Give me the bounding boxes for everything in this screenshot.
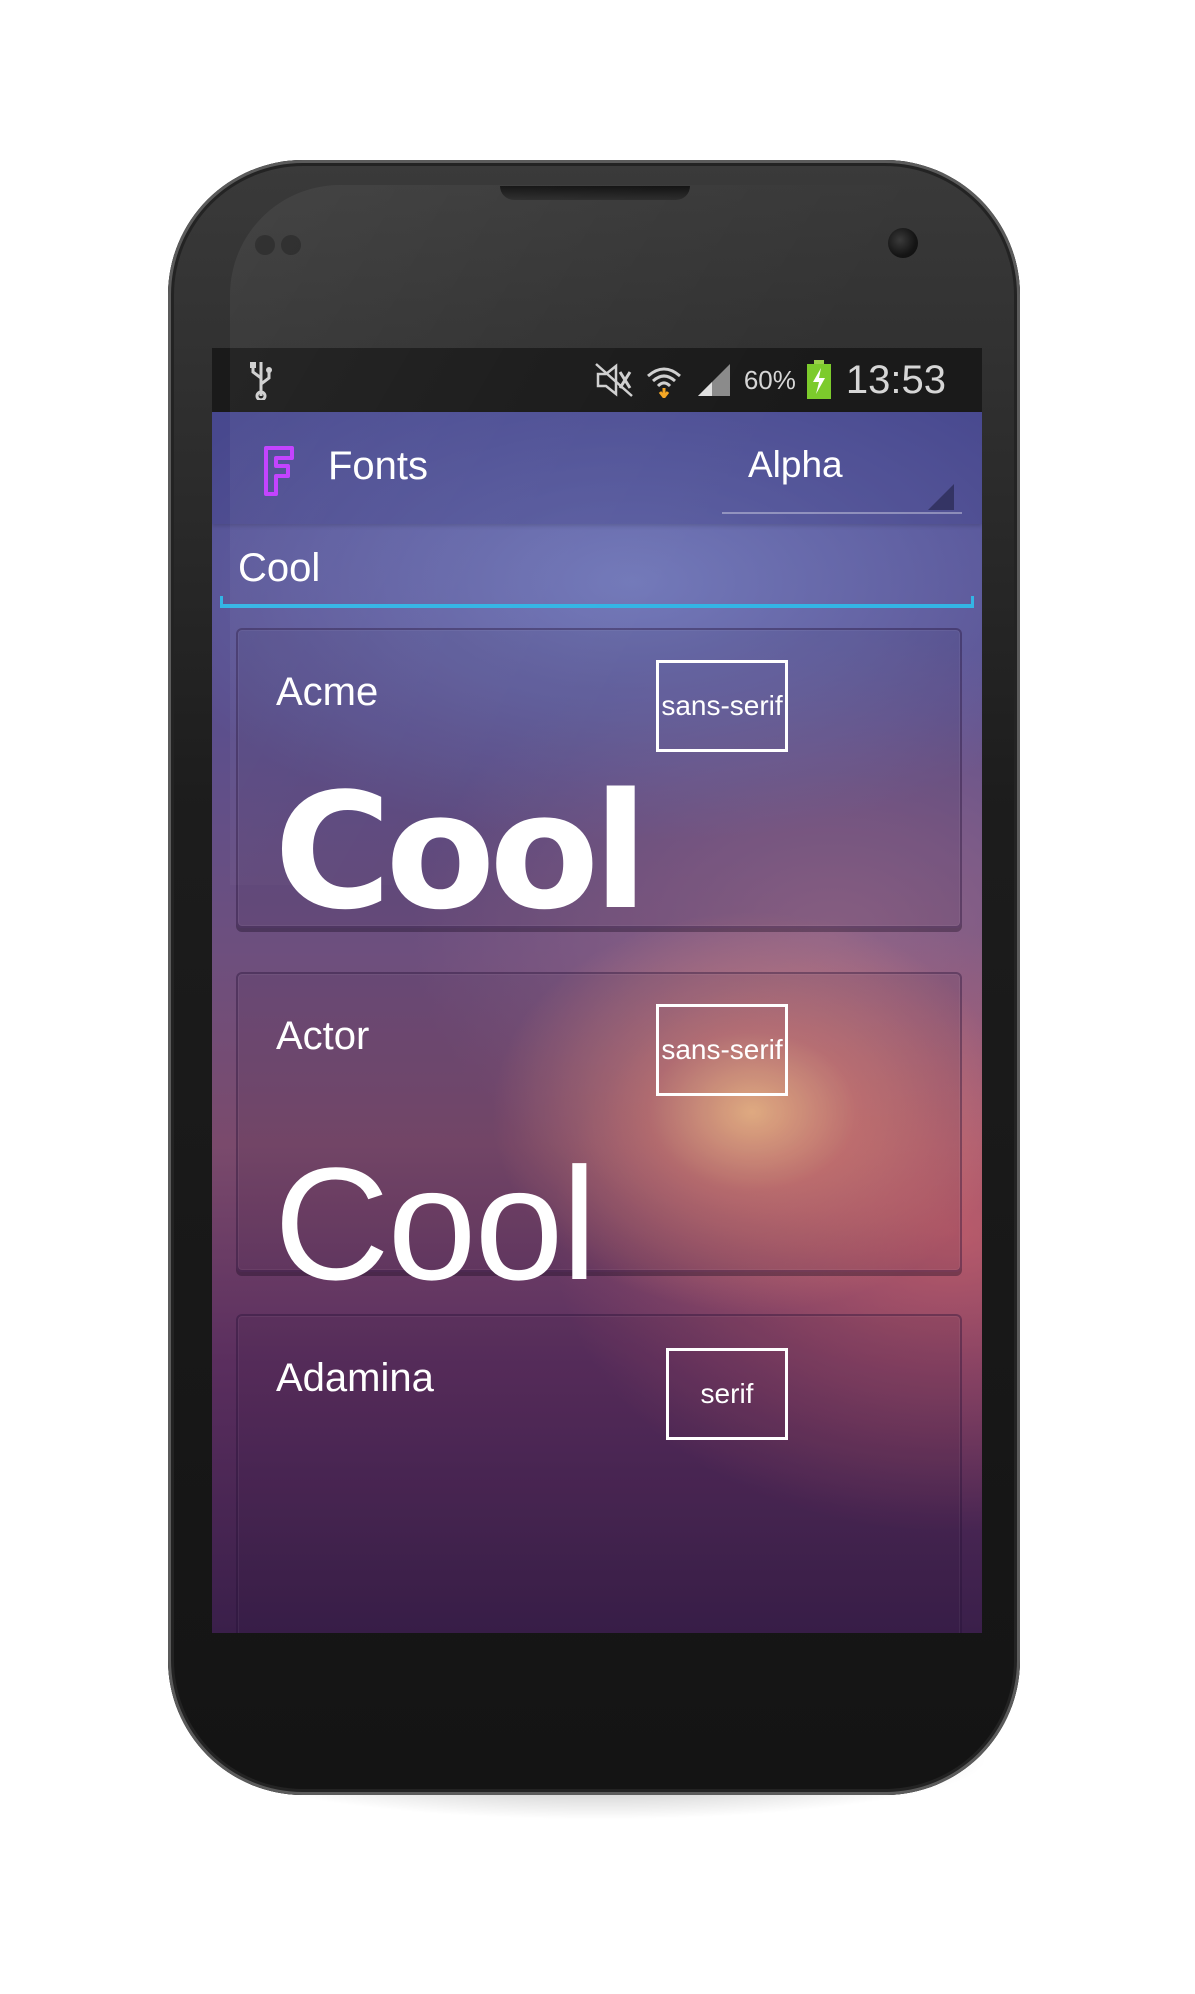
font-category-badge[interactable]: sans-serif — [656, 660, 788, 752]
font-name: Actor — [276, 1014, 370, 1058]
font-card-acme[interactable]: Acme sans-serif Cool — [236, 628, 962, 945]
earpiece-speaker — [500, 186, 690, 200]
sensor-dot — [281, 235, 301, 255]
sensor-dot — [255, 235, 275, 255]
action-bar: Fonts Alpha — [212, 412, 982, 524]
font-preview-text: Cool — [274, 758, 648, 945]
status-icons: 60% 13:53 — [594, 354, 946, 406]
search-underline — [220, 596, 974, 608]
fonts-logo-icon[interactable] — [258, 442, 298, 498]
font-card-adamina[interactable]: Adamina serif — [236, 1314, 962, 1633]
front-camera-icon — [888, 228, 918, 258]
font-preview-text: Cool — [274, 1134, 597, 1313]
battery-percent: 60% — [743, 364, 796, 395]
font-category-badge[interactable]: sans-serif — [656, 1004, 788, 1096]
usb-icon — [250, 362, 272, 400]
phone-screen: 60% 13:53 Fonts Alpha Cool Acme sans-ser… — [212, 348, 982, 1633]
wifi-icon — [646, 367, 681, 398]
app-content: Fonts Alpha Cool Acme sans-serif Cool Ac… — [212, 412, 982, 1633]
spinner-underline — [722, 512, 962, 514]
signal-icon — [697, 364, 730, 396]
font-name: Adamina — [276, 1356, 434, 1400]
font-card-actor[interactable]: Actor sans-serif Cool — [236, 972, 962, 1313]
app-title: Fonts — [328, 444, 429, 488]
battery-charging-icon — [806, 360, 831, 399]
font-name: Acme — [276, 670, 379, 714]
clock: 13:53 — [845, 357, 946, 402]
search-input[interactable]: Cool — [220, 524, 974, 608]
dropdown-arrow-icon — [928, 484, 954, 510]
sort-selected-value: Alpha — [748, 444, 843, 485]
search-input-text: Cool — [238, 546, 321, 590]
mute-icon — [595, 363, 633, 397]
font-category-badge[interactable]: serif — [666, 1348, 788, 1440]
proximity-sensors — [255, 235, 315, 255]
sort-spinner[interactable]: Alpha — [722, 432, 962, 514]
status-bar: 60% 13:53 — [212, 348, 982, 412]
